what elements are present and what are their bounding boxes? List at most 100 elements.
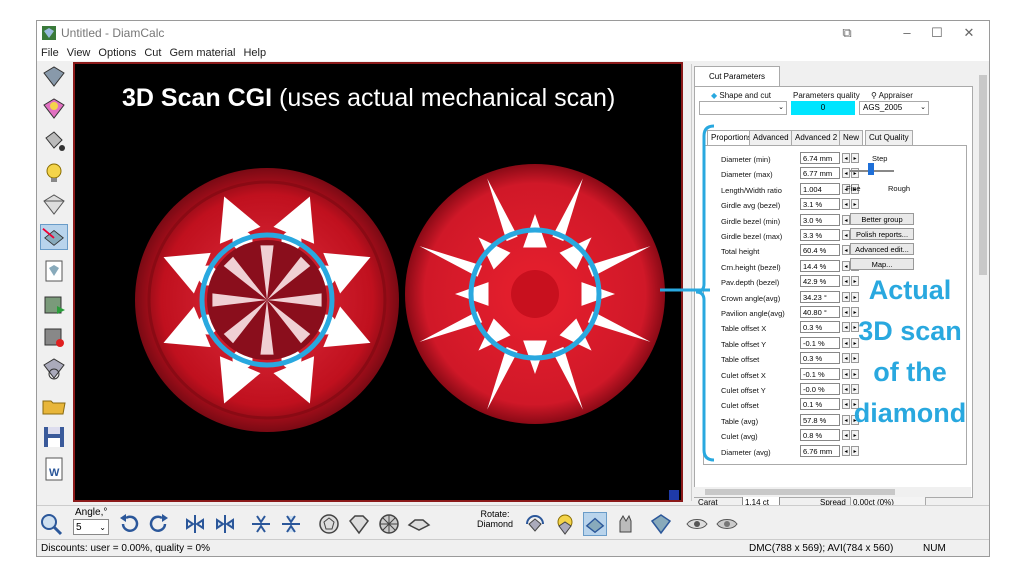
save-icon[interactable] [40, 424, 68, 450]
parameter-value[interactable]: 3.3 % [800, 229, 840, 241]
appraiser-value: AGS_2005 [863, 103, 903, 112]
decrement-icon[interactable]: ◂ [842, 245, 850, 256]
parameter-value[interactable]: 6.74 mm [800, 152, 840, 164]
minimize-button[interactable]: – [897, 24, 917, 42]
record-icon[interactable] [40, 324, 68, 350]
decrement-icon[interactable]: ◂ [842, 214, 850, 225]
parameter-value[interactable]: 0.1 % [800, 398, 840, 411]
increment-icon[interactable]: ▸ [851, 445, 859, 456]
open-folder-icon[interactable] [40, 392, 68, 418]
rotate-light-icon[interactable] [553, 512, 577, 536]
angle-select[interactable]: 5 ⌄ [73, 519, 109, 535]
parameter-value[interactable]: 3.0 % [800, 213, 840, 226]
decrement-icon[interactable]: ◂ [842, 445, 850, 456]
menu-help[interactable]: Help [239, 45, 270, 61]
tilt-down-icon[interactable] [279, 512, 303, 536]
eye-compare-icon[interactable] [715, 512, 739, 536]
rotate-right-icon[interactable] [147, 512, 171, 536]
scroll-thumb[interactable] [979, 75, 987, 275]
eye-icon[interactable] [685, 512, 709, 536]
menu-cut[interactable]: Cut [140, 45, 165, 61]
panel-scrollbar[interactable] [977, 63, 989, 483]
rotate-hand-icon[interactable] [613, 512, 637, 536]
report-icon[interactable] [40, 258, 68, 284]
decrement-icon[interactable]: ◂ [842, 230, 850, 240]
decrement-icon[interactable]: ◂ [842, 199, 850, 210]
flip-vertical-icon[interactable] [213, 512, 237, 536]
horizontal-scrollbar[interactable] [693, 487, 971, 497]
parameter-value[interactable]: 14.4 % [800, 259, 840, 272]
tab-advanced[interactable]: Advanced [749, 130, 793, 145]
shape-select[interactable]: ⌄ [699, 101, 787, 115]
raytrace-icon[interactable] [40, 224, 68, 250]
parameter-value[interactable]: 0.3 % [800, 352, 840, 365]
color-diamond-icon[interactable] [40, 96, 68, 122]
tilt-up-icon[interactable] [249, 512, 273, 536]
export-image-icon[interactable] [40, 292, 68, 318]
profile-view-icon[interactable] [407, 512, 431, 536]
polish-reports-button[interactable]: Polish reports... [850, 228, 914, 240]
annotation-line-1: Actual [868, 275, 952, 305]
quality-value: 0 [791, 101, 855, 115]
parameter-value[interactable]: 0.8 % [800, 429, 840, 442]
decrement-icon[interactable]: ◂ [842, 153, 850, 163]
map-button[interactable]: Map... [850, 258, 914, 270]
close-button[interactable]: ✕ [959, 24, 979, 42]
paint-bucket-icon[interactable] [40, 128, 68, 154]
flip-horizontal-icon[interactable] [183, 512, 207, 536]
parameter-value[interactable]: 57.8 % [800, 413, 840, 426]
side-view-icon[interactable] [347, 512, 371, 536]
rotate-observer-icon[interactable] [583, 512, 607, 536]
annotation-bracket [695, 124, 715, 462]
word-document-icon[interactable]: W [40, 456, 68, 482]
advanced-edit-button[interactable]: Advanced edit... [850, 243, 914, 255]
fine-label: Fine [846, 184, 861, 193]
tab-new[interactable]: New [839, 130, 864, 145]
parameters-quality-label: Parameters quality [793, 91, 860, 100]
increment-icon[interactable]: ▸ [851, 199, 859, 210]
overlay-title-bold: 3D Scan CGI [122, 84, 273, 112]
parameter-value[interactable]: 42.9 % [800, 275, 840, 288]
menu-file[interactable]: File [37, 45, 63, 61]
parameter-value[interactable]: 60.4 % [800, 244, 840, 257]
diamond-wheel-icon[interactable] [40, 356, 68, 382]
diamond-scene [135, 164, 679, 500]
better-group-button[interactable]: Better group [850, 213, 914, 225]
menu-options[interactable]: Options [94, 45, 140, 61]
menu-gem-material[interactable]: Gem material [165, 45, 239, 61]
menu-view[interactable]: View [63, 45, 95, 61]
diamond-view-icon[interactable] [40, 64, 68, 90]
tab-cut-quality[interactable]: Cut Quality [865, 130, 913, 145]
tab-cut-parameters[interactable]: Cut Parameters [694, 66, 780, 87]
parameter-value[interactable]: 0.3 % [800, 321, 840, 334]
parameter-value[interactable]: -0.0 % [800, 383, 840, 395]
rotate-diamond-icon[interactable] [523, 512, 547, 536]
bottom-toolbar: Angle,° 5 ⌄ Rotate: Diamond [37, 505, 989, 540]
render-canvas[interactable]: 3D Scan CGI (uses actual mechanical scan… [73, 62, 683, 502]
parameter-value[interactable]: 34.23 ° [800, 290, 840, 303]
zoom-icon[interactable] [39, 512, 63, 536]
rotate-left-icon[interactable] [117, 512, 141, 536]
diamond-wire-icon[interactable] [40, 192, 68, 218]
parameter-value[interactable]: 3.1 % [800, 198, 840, 211]
parameter-value[interactable]: -0.1 % [800, 367, 840, 380]
appraiser-select[interactable]: AGS_2005 ⌄ [859, 101, 929, 115]
decrement-icon[interactable]: ◂ [842, 168, 850, 179]
pin-icon[interactable]: ⧉ [837, 24, 857, 42]
hscroll-thumb[interactable] [705, 489, 895, 495]
light-bulb-icon[interactable] [40, 160, 68, 186]
increment-icon[interactable]: ▸ [851, 153, 859, 163]
parameter-value[interactable]: 40.80 ° [800, 306, 840, 318]
diamond-settings-icon[interactable] [649, 512, 673, 536]
parameter-value[interactable]: 6.77 mm [800, 167, 840, 180]
maximize-button[interactable]: ☐ [927, 24, 947, 42]
parameter-value[interactable]: 1.004 [800, 182, 840, 195]
top-view-icon[interactable] [317, 512, 341, 536]
parameter-value[interactable]: 6.76 mm [800, 444, 840, 457]
parameter-value[interactable]: -0.1 % [800, 336, 840, 349]
diamond-small-icon: ◆ [711, 91, 718, 100]
tab-advanced-2[interactable]: Advanced 2 [791, 130, 842, 145]
step-slider-thumb[interactable] [868, 163, 874, 175]
pavilion-view-icon[interactable] [377, 512, 401, 536]
diamond-render-left [135, 168, 399, 432]
